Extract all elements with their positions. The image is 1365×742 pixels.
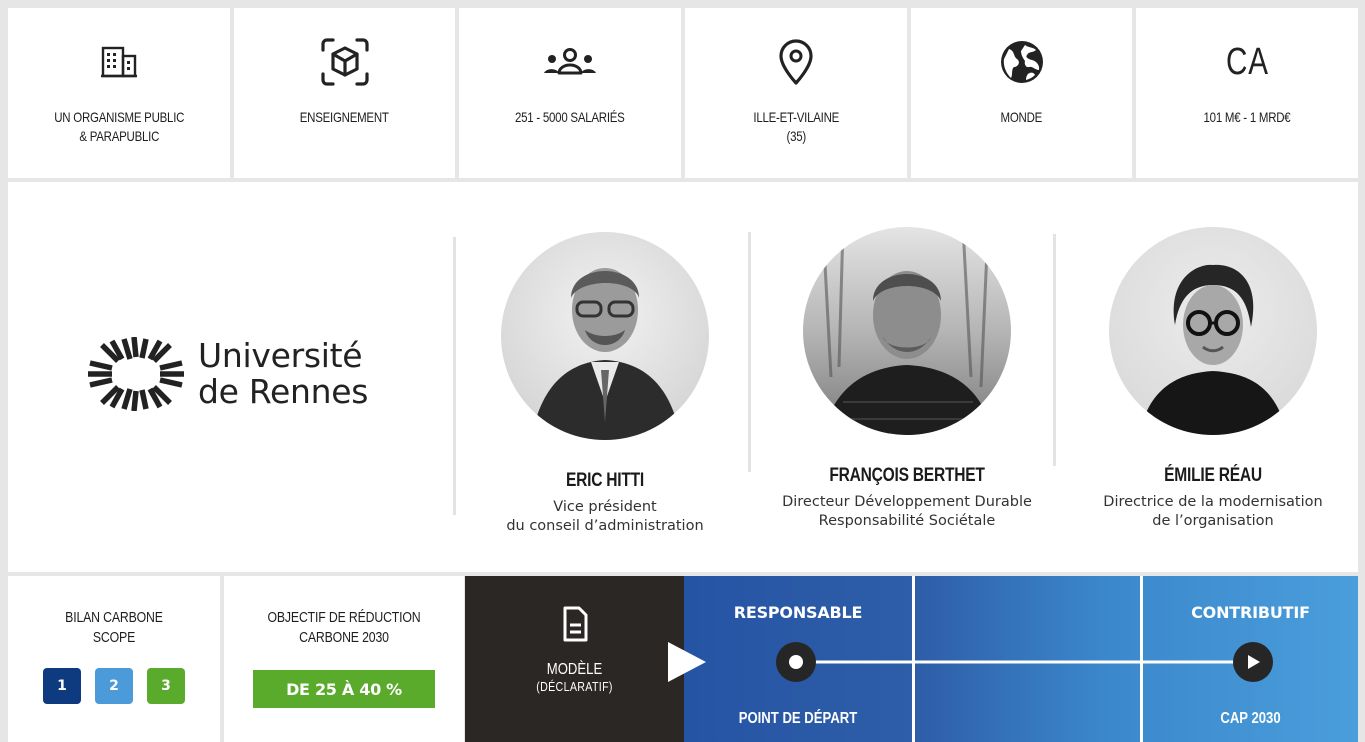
modele-label: MODÈLE (546, 661, 603, 678)
revenue-ca-icon: CA (1220, 34, 1275, 90)
bilan-carbone-title: BILAN CARBONE SCOPE (65, 609, 163, 646)
revenue-ca-text: CA (1225, 40, 1269, 83)
trajectory-end-footer: CAP 2030 (1220, 710, 1281, 727)
info-card-label: ENSEIGNEMENT (300, 109, 389, 125)
info-card-label: ILLE-ET-VILAINE (35) (753, 109, 839, 144)
info-card-revenue: CA 101 M€ - 1 MRD€ (1136, 8, 1359, 178)
person-card: FRANÇOIS BERTHET Directeur Développement… (752, 227, 1062, 531)
info-card-scope: MONDE (910, 8, 1133, 178)
person-photo (803, 227, 1011, 435)
person-photo (1109, 227, 1317, 435)
university-emblem-icon (88, 337, 184, 411)
info-card-label: 101 M€ - 1 MRD€ (1203, 109, 1291, 125)
scope-badge-1: 1 (43, 668, 81, 704)
trajectory-start-footer: POINT DE DÉPART (738, 710, 858, 727)
objectif-card: OBJECTIF DE RÉDUCTION CARBONE 2030 DE 25… (224, 576, 464, 742)
person-card: ÉMILIE RÉAU Directrice de la modernisati… (1058, 227, 1365, 531)
organization-logo: Université de Rennes (88, 337, 368, 411)
info-card-location: ILLE-ET-VILAINE (35) (685, 8, 907, 178)
info-card-sector: ENSEIGNEMENT (233, 8, 456, 178)
person-name: ÉMILIE RÉAU (1164, 465, 1262, 486)
info-card-label: MONDE (1000, 109, 1043, 125)
scope-badge-3: 3 (147, 668, 185, 704)
organization-name-line1: Université (198, 336, 363, 375)
person-card: ERIC HITTI Vice président du conseil d’a… (450, 232, 760, 536)
start-point-marker (776, 642, 816, 682)
play-arrow-icon (1233, 642, 1273, 682)
info-card-employees: 251 - 5000 SALARIÉS (459, 8, 682, 178)
document-icon (465, 606, 684, 642)
info-card-type: UN ORGANISME PUBLIC & PARAPUBLIC (8, 8, 230, 178)
info-card-label: UN ORGANISME PUBLIC & PARAPUBLIC (53, 109, 184, 144)
objectif-value: DE 25 À 40 % (253, 670, 435, 708)
organization-panel: Université de Rennes ERIC HITTI Vice pré… (8, 182, 1358, 572)
bilan-carbone-card: BILAN CARBONE SCOPE 1 2 3 (8, 576, 220, 742)
cube-scan-icon (317, 34, 373, 90)
organization-name-line2: de Rennes (198, 372, 369, 411)
modele-sublabel: (DÉCLARATIF) (536, 679, 613, 694)
people-icon (542, 34, 598, 90)
person-photo (501, 232, 709, 440)
person-role: Directrice de la modernisation de l’orga… (1103, 494, 1323, 529)
person-role: Directeur Développement Durable Responsa… (782, 494, 1032, 529)
trajectory-band: RESPONSABLE CONTRIBUTIF POINT DE DÉPART … (684, 576, 1358, 742)
globe-icon (999, 34, 1045, 90)
person-name: FRANÇOIS BERTHET (829, 465, 985, 486)
person-role: Vice président du conseil d’administrati… (506, 499, 704, 534)
transition-arrow-icon (668, 642, 706, 682)
building-icon (100, 34, 137, 90)
info-row: UN ORGANISME PUBLIC & PARAPUBLIC ENSEIGN… (8, 8, 1359, 178)
location-pin-icon (776, 34, 816, 90)
objectif-title: OBJECTIF DE RÉDUCTION CARBONE 2030 (267, 609, 421, 646)
person-name: ERIC HITTI (565, 470, 645, 491)
modele-card: MODÈLE (DÉCLARATIF) (465, 576, 684, 742)
info-card-label: 251 - 5000 SALARIÉS (515, 109, 625, 125)
scope-badge-2: 2 (95, 668, 133, 704)
scope-badges: 1 2 3 (8, 668, 220, 704)
